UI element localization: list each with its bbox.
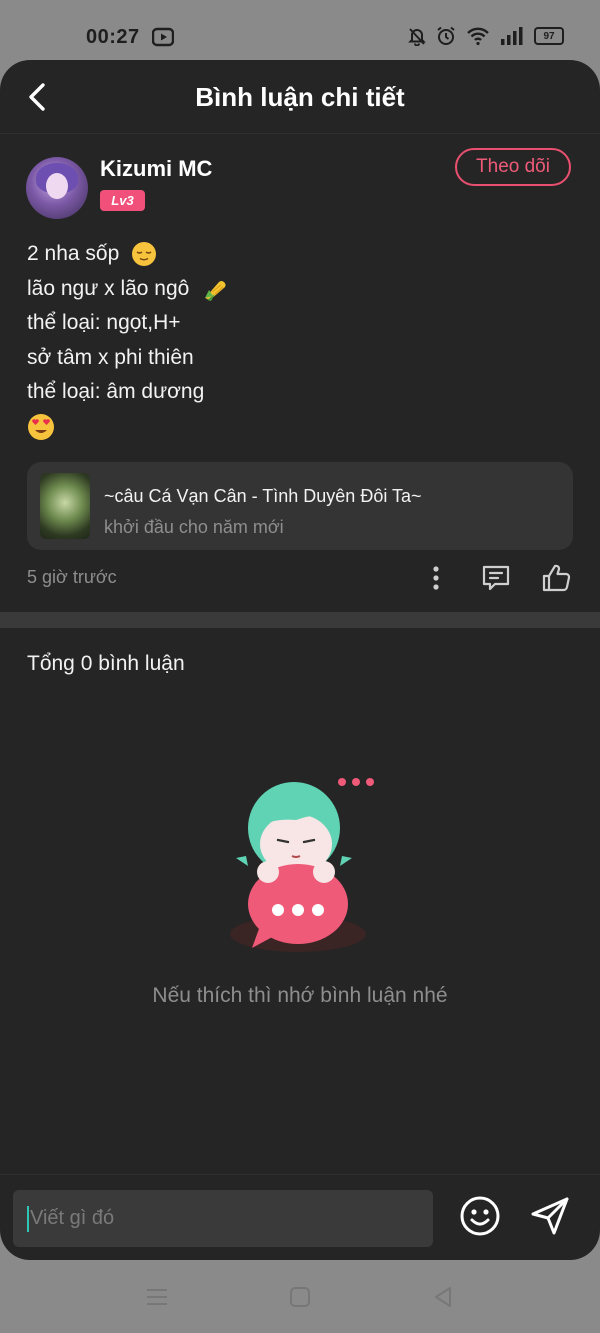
status-time: 00:27 xyxy=(86,26,140,48)
post-line: sở tâm x phi thiên xyxy=(27,345,194,369)
post-content: 2 nha sốp lão ngư x lão ngô thể loại: ng… xyxy=(27,237,567,444)
relieved-face-emoji-icon xyxy=(132,242,157,267)
post-timestamp: 5 giờ trước xyxy=(27,567,117,587)
text-caret xyxy=(27,1205,29,1232)
corn-emoji-icon xyxy=(205,281,226,301)
post-line: thể loại: ngọt,H+ xyxy=(27,311,181,334)
post-line: thể loại: âm dương xyxy=(27,380,205,403)
top-app-bar: Bình luận chi tiết xyxy=(0,60,600,134)
wifi-icon xyxy=(467,27,489,46)
more-vertical-icon[interactable] xyxy=(420,562,452,594)
follow-button[interactable]: Theo dõi xyxy=(455,148,571,186)
home-square-icon[interactable] xyxy=(287,1284,313,1310)
system-navigation-bar xyxy=(0,1260,600,1333)
menu-icon[interactable] xyxy=(144,1284,170,1310)
signal-icon xyxy=(501,27,523,45)
battery-icon: 97 xyxy=(534,27,564,45)
song-title: ~câu Cá Vạn Cân - Tình Duyên Đôi Ta~ xyxy=(104,486,422,506)
empty-comments-illustration xyxy=(230,778,374,952)
section-divider xyxy=(0,612,600,628)
status-icons: 97 xyxy=(408,26,564,46)
back-triangle-icon[interactable] xyxy=(430,1284,456,1310)
alarm-icon xyxy=(437,26,455,45)
heart-eyes-emoji-icon xyxy=(28,413,54,440)
comment-input[interactable]: Viết gì đó xyxy=(13,1190,433,1247)
post-line xyxy=(27,410,567,445)
comment-detail-screen: Bình luận chi tiết Kizumi MC Lv3 Theo dõ… xyxy=(0,60,600,1260)
comment-composer: Viết gì đó xyxy=(0,1174,600,1260)
send-icon[interactable] xyxy=(528,1194,572,1238)
post-line: 2 nha sốp xyxy=(27,237,567,272)
song-cover-image xyxy=(40,473,90,539)
youtube-icon xyxy=(152,27,174,47)
level-badge: Lv3 xyxy=(100,190,145,211)
emoji-picker-icon[interactable] xyxy=(458,1194,502,1238)
post-line: lão ngư x lão ngô xyxy=(27,272,567,307)
comment-icon[interactable] xyxy=(480,562,512,594)
status-bar: 00:27 97 xyxy=(0,0,600,62)
like-icon[interactable] xyxy=(540,562,572,594)
empty-state-message: Nếu thích thì nhớ bình luận nhé xyxy=(152,984,448,1007)
mute-bell-icon xyxy=(408,28,426,46)
avatar[interactable] xyxy=(26,157,88,219)
page-title: Bình luận chi tiết xyxy=(195,82,405,112)
comment-input-placeholder: Viết gì đó xyxy=(30,1207,115,1229)
comment-count: Tổng 0 bình luận xyxy=(27,652,185,675)
song-card[interactable]: ~câu Cá Vạn Cân - Tình Duyên Đôi Ta~ khở… xyxy=(27,462,573,550)
song-subtitle: khởi đầu cho năm mới xyxy=(104,517,284,537)
username[interactable]: Kizumi MC xyxy=(100,156,212,182)
